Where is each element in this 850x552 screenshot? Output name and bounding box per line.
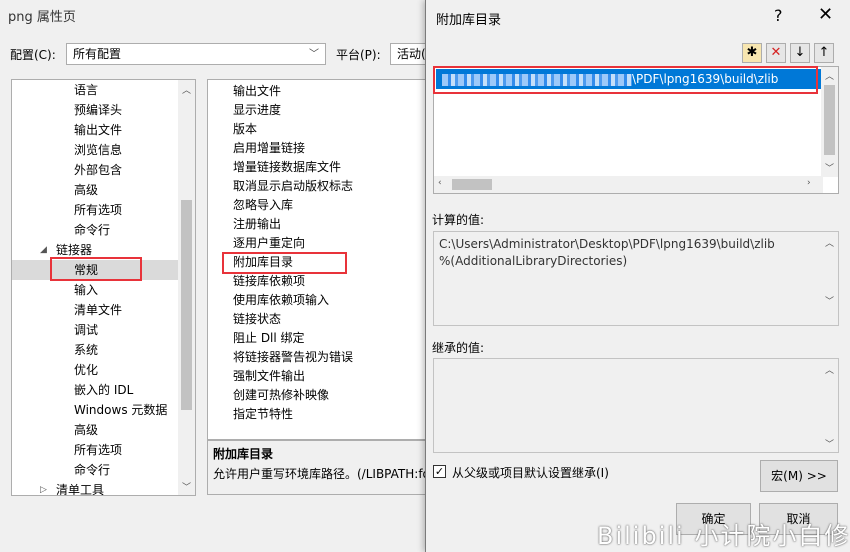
- config-value: 所有配置: [73, 47, 122, 61]
- help-button[interactable]: ?: [774, 6, 783, 25]
- property-row[interactable]: 忽略导入库: [233, 196, 293, 215]
- macros-button[interactable]: 宏(M) >>: [760, 460, 838, 492]
- move-up-icon[interactable]: ↑: [814, 43, 834, 63]
- property-row[interactable]: 启用增量链接: [233, 139, 305, 158]
- computed-values-box: C:\Users\Administrator\Desktop\PDF\lpng1…: [433, 231, 839, 326]
- property-row[interactable]: 版本: [233, 120, 257, 139]
- scroll-left-icon[interactable]: ‹: [438, 178, 442, 188]
- scroll-up-icon[interactable]: ︿: [825, 363, 834, 376]
- watermark-text: Bilibili 小计院小白修: [597, 522, 850, 550]
- property-row[interactable]: 链接库依赖项: [233, 272, 305, 291]
- additional-lib-dirs-dialog: 附加库目录 ? ✕ ✱ ✕ ↓ ↑ \PDF\lpng1639\build\zl…: [425, 0, 850, 552]
- scroll-up-icon[interactable]: ︿: [825, 236, 834, 249]
- inherited-values-label: 继承的值:: [432, 341, 485, 355]
- inherited-values-box: ︿ ﹀: [433, 358, 839, 453]
- property-description: 附加库目录 允许用户重写环境库路径。(/LIBPATH:fo: [207, 440, 435, 495]
- computed-value-line: %(AdditionalLibraryDirectories): [439, 254, 628, 268]
- close-button[interactable]: ✕: [818, 4, 833, 25]
- tree-collapsed-icon[interactable]: ▷: [40, 485, 47, 495]
- move-down-icon[interactable]: ↓: [790, 43, 810, 63]
- computed-value-line: C:\Users\Administrator\Desktop\PDF\lpng1…: [439, 237, 775, 251]
- description-title: 附加库目录: [213, 447, 274, 461]
- inherit-checkbox[interactable]: ✓: [433, 465, 446, 478]
- window-title: png 属性页: [8, 10, 76, 25]
- tree-item[interactable]: 清单文件: [74, 300, 122, 320]
- tree-item[interactable]: 预编译头: [74, 100, 122, 120]
- list-horizontal-scrollbar[interactable]: ‹ ›: [434, 176, 823, 193]
- tree-item[interactable]: 语言: [74, 80, 98, 100]
- property-row[interactable]: 增量链接数据库文件: [233, 158, 341, 177]
- tree-item[interactable]: 浏览信息: [74, 140, 122, 160]
- platform-select[interactable]: 活动(x: [390, 43, 430, 65]
- list-vertical-scrollbar[interactable]: ︿ ﹀: [821, 67, 838, 177]
- tree-item[interactable]: 所有选项: [74, 200, 122, 220]
- inherited-scrollbar[interactable]: ︿ ﹀: [821, 359, 838, 452]
- tree-expanded-icon[interactable]: ◢: [40, 245, 47, 255]
- scroll-down-icon[interactable]: ﹀: [825, 161, 834, 174]
- property-row[interactable]: 输出文件: [233, 82, 281, 101]
- property-row[interactable]: 将链接器警告视为错误: [233, 348, 353, 367]
- tree-item[interactable]: Windows 元数据: [74, 400, 167, 420]
- scroll-down-icon[interactable]: ﹀: [825, 437, 834, 450]
- list-vscroll-thumb[interactable]: [824, 85, 835, 155]
- tree-item[interactable]: 输入: [74, 280, 98, 300]
- tree-item[interactable]: 外部包含: [74, 160, 122, 180]
- scroll-up-icon[interactable]: ︿: [182, 83, 191, 96]
- property-row[interactable]: 使用库依赖项输入: [233, 291, 329, 310]
- chevron-down-icon: ﹀: [309, 49, 319, 60]
- tree-item[interactable]: 输出文件: [74, 120, 122, 140]
- highlight-box-general: [50, 257, 142, 281]
- config-label: 配置(C):: [10, 48, 56, 62]
- dialog-title: 附加库目录: [436, 13, 502, 28]
- property-row[interactable]: 创建可热修补映像: [233, 386, 329, 405]
- highlight-box-list-entry: [433, 66, 818, 94]
- tree-item[interactable]: 调试: [74, 320, 98, 340]
- property-row[interactable]: 阻止 Dll 绑定: [233, 329, 305, 348]
- tree-item[interactable]: 优化: [74, 360, 98, 380]
- tree-item[interactable]: 命令行: [74, 460, 110, 480]
- scroll-down-icon[interactable]: ﹀: [825, 294, 834, 307]
- tree-item[interactable]: 嵌入的 IDL: [74, 380, 133, 400]
- description-text: 允许用户重写环境库路径。(/LIBPATH:fo: [213, 467, 430, 481]
- scroll-up-icon[interactable]: ︿: [825, 69, 834, 82]
- tree-scrollbar[interactable]: ︿ ﹀: [178, 80, 195, 495]
- property-row[interactable]: 链接状态: [233, 310, 281, 329]
- tree-scroll-thumb[interactable]: [181, 200, 192, 410]
- computed-values-label: 计算的值:: [432, 213, 485, 227]
- highlight-box-additional-lib-dirs: [222, 252, 347, 274]
- category-tree[interactable]: 语言 预编译头 输出文件 浏览信息 外部包含 高级 所有选项 命令行 ◢ 链接器…: [11, 79, 196, 496]
- tree-item[interactable]: 命令行: [74, 220, 110, 240]
- property-row[interactable]: 注册输出: [233, 215, 281, 234]
- property-row[interactable]: 指定节特性: [233, 405, 293, 424]
- tree-item[interactable]: 高级: [74, 180, 98, 200]
- scroll-down-icon[interactable]: ﹀: [182, 480, 191, 493]
- inherit-checkbox-label[interactable]: 从父级或项目默认设置继承(I): [452, 464, 609, 481]
- platform-label: 平台(P):: [336, 48, 381, 62]
- property-row[interactable]: 强制文件输出: [233, 367, 305, 386]
- delete-icon[interactable]: ✕: [766, 43, 786, 63]
- list-hscroll-thumb[interactable]: [452, 179, 492, 190]
- new-line-icon[interactable]: ✱: [742, 43, 762, 63]
- scroll-right-icon[interactable]: ›: [807, 178, 811, 188]
- property-row[interactable]: 取消显示启动版权标志: [233, 177, 353, 196]
- tree-item[interactable]: 高级: [74, 420, 98, 440]
- tree-item-manifest-tool[interactable]: 清单工具: [56, 480, 104, 495]
- config-select[interactable]: 所有配置 ﹀: [66, 43, 326, 65]
- property-row[interactable]: 显示进度: [233, 101, 281, 120]
- property-row[interactable]: 逐用户重定向: [233, 234, 305, 253]
- tree-item[interactable]: 所有选项: [74, 440, 122, 460]
- tree-item[interactable]: 系统: [74, 340, 98, 360]
